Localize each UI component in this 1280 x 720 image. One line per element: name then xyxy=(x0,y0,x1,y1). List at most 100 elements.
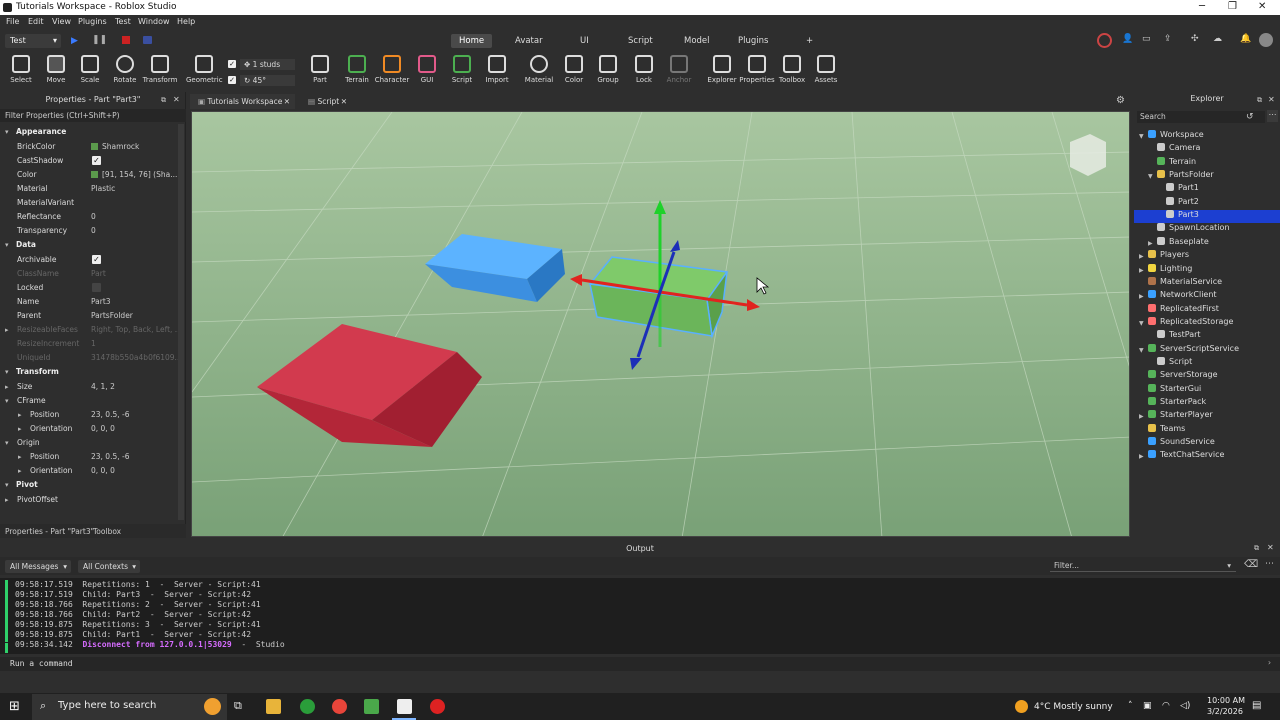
explorer-item-spawnlocation[interactable]: SpawnLocation xyxy=(1157,223,1230,236)
tab-script[interactable]: Script xyxy=(620,34,661,48)
property-value[interactable]: 23, 0.5, -6 xyxy=(91,410,130,419)
explorer-item-camera[interactable]: Camera xyxy=(1157,143,1200,156)
undock-icon[interactable]: ⧉ xyxy=(1257,96,1262,105)
property-value[interactable]: 31478b550a4b0f6109... xyxy=(91,353,182,362)
tool-character-button[interactable]: Character xyxy=(374,55,410,89)
property-value[interactable]: PartsFolder xyxy=(91,311,133,320)
file-explorer-icon[interactable] xyxy=(266,699,281,714)
taskbar-search-input[interactable]: ⌕ Type here to search xyxy=(32,694,227,720)
command-bar-input[interactable]: Run a command › xyxy=(0,657,1280,671)
explorer-item-baseplate[interactable]: ▶ Baseplate xyxy=(1148,236,1209,250)
explorer-item-players[interactable]: ▶ Players xyxy=(1139,250,1189,263)
add-tab-icon[interactable]: + xyxy=(798,34,821,48)
property-checkbox[interactable]: ✓ xyxy=(92,255,101,264)
explorer-item-materialservice[interactable]: MaterialService xyxy=(1148,276,1222,290)
expand-icon[interactable]: ▶ xyxy=(1148,240,1153,247)
notifications-icon[interactable]: 🔔 xyxy=(1240,34,1251,44)
expand-icon[interactable]: ▸ xyxy=(5,383,9,391)
menu-view[interactable]: View xyxy=(52,17,71,26)
property-value[interactable]: [91, 154, 76] (Sha... xyxy=(91,170,177,179)
collapse-icon[interactable]: ▼ xyxy=(1139,133,1144,140)
explorer-item-part3[interactable]: Part3 xyxy=(1134,210,1280,224)
snap-move-checkbox[interactable]: ✓ xyxy=(228,60,236,68)
test-options-icon[interactable] xyxy=(143,36,152,44)
expand-icon[interactable]: ▶ xyxy=(1139,453,1144,460)
close-tab-icon[interactable]: ✕ xyxy=(284,97,290,106)
explorer-item-starterpack[interactable]: StarterPack xyxy=(1148,397,1206,410)
property-section-appearance[interactable]: ▾ Appearance xyxy=(0,125,178,139)
tool-explorer-button[interactable]: Explorer xyxy=(704,55,740,89)
cloud-icon[interactable]: ☁ xyxy=(1213,34,1222,44)
notification-center-icon[interactable]: ▤ xyxy=(1252,700,1261,711)
share-icon[interactable]: ⇪ xyxy=(1164,34,1172,44)
property-row-orientation[interactable]: ▸ Orientation 0, 0, 0 xyxy=(0,422,178,436)
menu-plugins[interactable]: Plugins xyxy=(78,17,107,26)
more-options-icon[interactable]: ⋯ xyxy=(1267,110,1278,122)
close-icon[interactable]: ✕ xyxy=(1267,543,1274,552)
view-cube-icon[interactable] xyxy=(1070,134,1106,176)
collaborate-icon[interactable]: 👤 xyxy=(1122,34,1133,44)
expand-icon[interactable]: ▾ xyxy=(5,439,9,447)
property-row-position[interactable]: ▸ Position 23, 0.5, -6 xyxy=(0,450,178,464)
expand-icon[interactable]: ▶ xyxy=(1139,267,1144,274)
all-messages-dropdown[interactable]: All Messages ▾ xyxy=(5,560,71,573)
pause-icon[interactable]: ❚❚ xyxy=(92,35,107,45)
property-value[interactable]: 0, 0, 0 xyxy=(91,466,115,475)
filter-properties-input[interactable]: Filter Properties (Ctrl+Shift+P) xyxy=(0,109,186,122)
explorer-item-workspace[interactable]: ▼ Workspace xyxy=(1139,130,1204,143)
collapse-icon[interactable]: ▾ xyxy=(5,368,9,376)
clock-date[interactable]: 3/2/2026 xyxy=(1207,707,1243,716)
property-value[interactable]: 0, 0, 0 xyxy=(91,424,115,433)
expand-icon[interactable]: ▸ xyxy=(18,467,22,475)
property-value[interactable]: 23, 0.5, -6 xyxy=(91,452,130,461)
expand-icon[interactable]: ▶ xyxy=(1139,253,1144,260)
wifi-icon[interactable]: ◠ xyxy=(1162,701,1170,711)
tool-gui-button[interactable]: GUI xyxy=(409,55,445,89)
property-row-materialvariant[interactable]: MaterialVariant xyxy=(0,196,178,210)
chat-icon[interactable]: ▭ xyxy=(1142,34,1151,44)
property-section-transform[interactable]: ▾ Transform xyxy=(0,365,178,379)
snap-move-input[interactable]: ✥ 1 studs xyxy=(240,59,295,70)
weather-text[interactable]: 4°C Mostly sunny xyxy=(1034,702,1113,712)
tool-part-button[interactable]: Part xyxy=(302,55,338,89)
properties-scrollbar[interactable] xyxy=(178,124,184,520)
explorer-item-lighting[interactable]: ▶ Lighting xyxy=(1139,263,1192,277)
property-value[interactable]: Shamrock xyxy=(91,142,139,151)
explorer-item-networkclient[interactable]: ▶ NetworkClient xyxy=(1139,290,1217,303)
property-row-resizeincrement[interactable]: ResizeIncrement 1 xyxy=(0,337,178,351)
mode-select[interactable]: Test ▾ xyxy=(5,34,61,48)
explorer-item-serverstorage[interactable]: ServerStorage xyxy=(1148,370,1218,383)
expand-icon[interactable]: ▾ xyxy=(5,397,9,405)
property-checkbox[interactable] xyxy=(92,283,101,292)
tool-geometric-button[interactable]: Geometric xyxy=(186,55,223,89)
stop-icon[interactable] xyxy=(122,36,130,44)
app-icon[interactable] xyxy=(300,699,315,714)
property-row-reflectance[interactable]: Reflectance 0 xyxy=(0,210,178,224)
tool-move-button[interactable]: Move xyxy=(38,55,74,89)
tray-chevron-icon[interactable]: ˄ xyxy=(1128,701,1133,711)
tool-properties-button[interactable]: Properties xyxy=(739,55,775,89)
minimize-icon[interactable]: ─ xyxy=(1199,1,1205,12)
tab-ui[interactable]: UI xyxy=(572,34,597,48)
collapse-icon[interactable]: ▼ xyxy=(1139,347,1144,354)
clock-time[interactable]: 10:00 AM xyxy=(1207,696,1245,705)
explorer-item-soundservice[interactable]: SoundService xyxy=(1148,437,1215,450)
tool-assets-button[interactable]: Assets xyxy=(808,55,844,89)
property-row-castshadow[interactable]: CastShadow ✓ xyxy=(0,154,178,168)
network-icon[interactable]: ▣ xyxy=(1143,701,1152,711)
explorer-item-startergui[interactable]: StarterGui xyxy=(1148,383,1201,397)
avatar[interactable] xyxy=(1259,33,1273,47)
maximize-icon[interactable]: ❐ xyxy=(1228,1,1237,12)
property-value[interactable]: 4, 1, 2 xyxy=(91,382,115,391)
3d-viewport[interactable] xyxy=(191,111,1130,537)
expand-icon[interactable]: ▸ xyxy=(5,326,9,334)
tool-select-button[interactable]: Select xyxy=(3,55,39,89)
property-value[interactable]: Right, Top, Back, Left, ... xyxy=(91,325,182,334)
more-options-icon[interactable]: ⋯ xyxy=(1265,559,1274,569)
menu-edit[interactable]: Edit xyxy=(28,17,44,26)
collapse-icon[interactable]: ▼ xyxy=(1148,173,1153,180)
expand-icon[interactable]: ▸ xyxy=(18,453,22,461)
explorer-item-part2[interactable]: Part2 xyxy=(1166,196,1199,210)
property-value[interactable]: 0 xyxy=(91,226,96,235)
close-tab-icon[interactable]: ✕ xyxy=(341,97,347,106)
